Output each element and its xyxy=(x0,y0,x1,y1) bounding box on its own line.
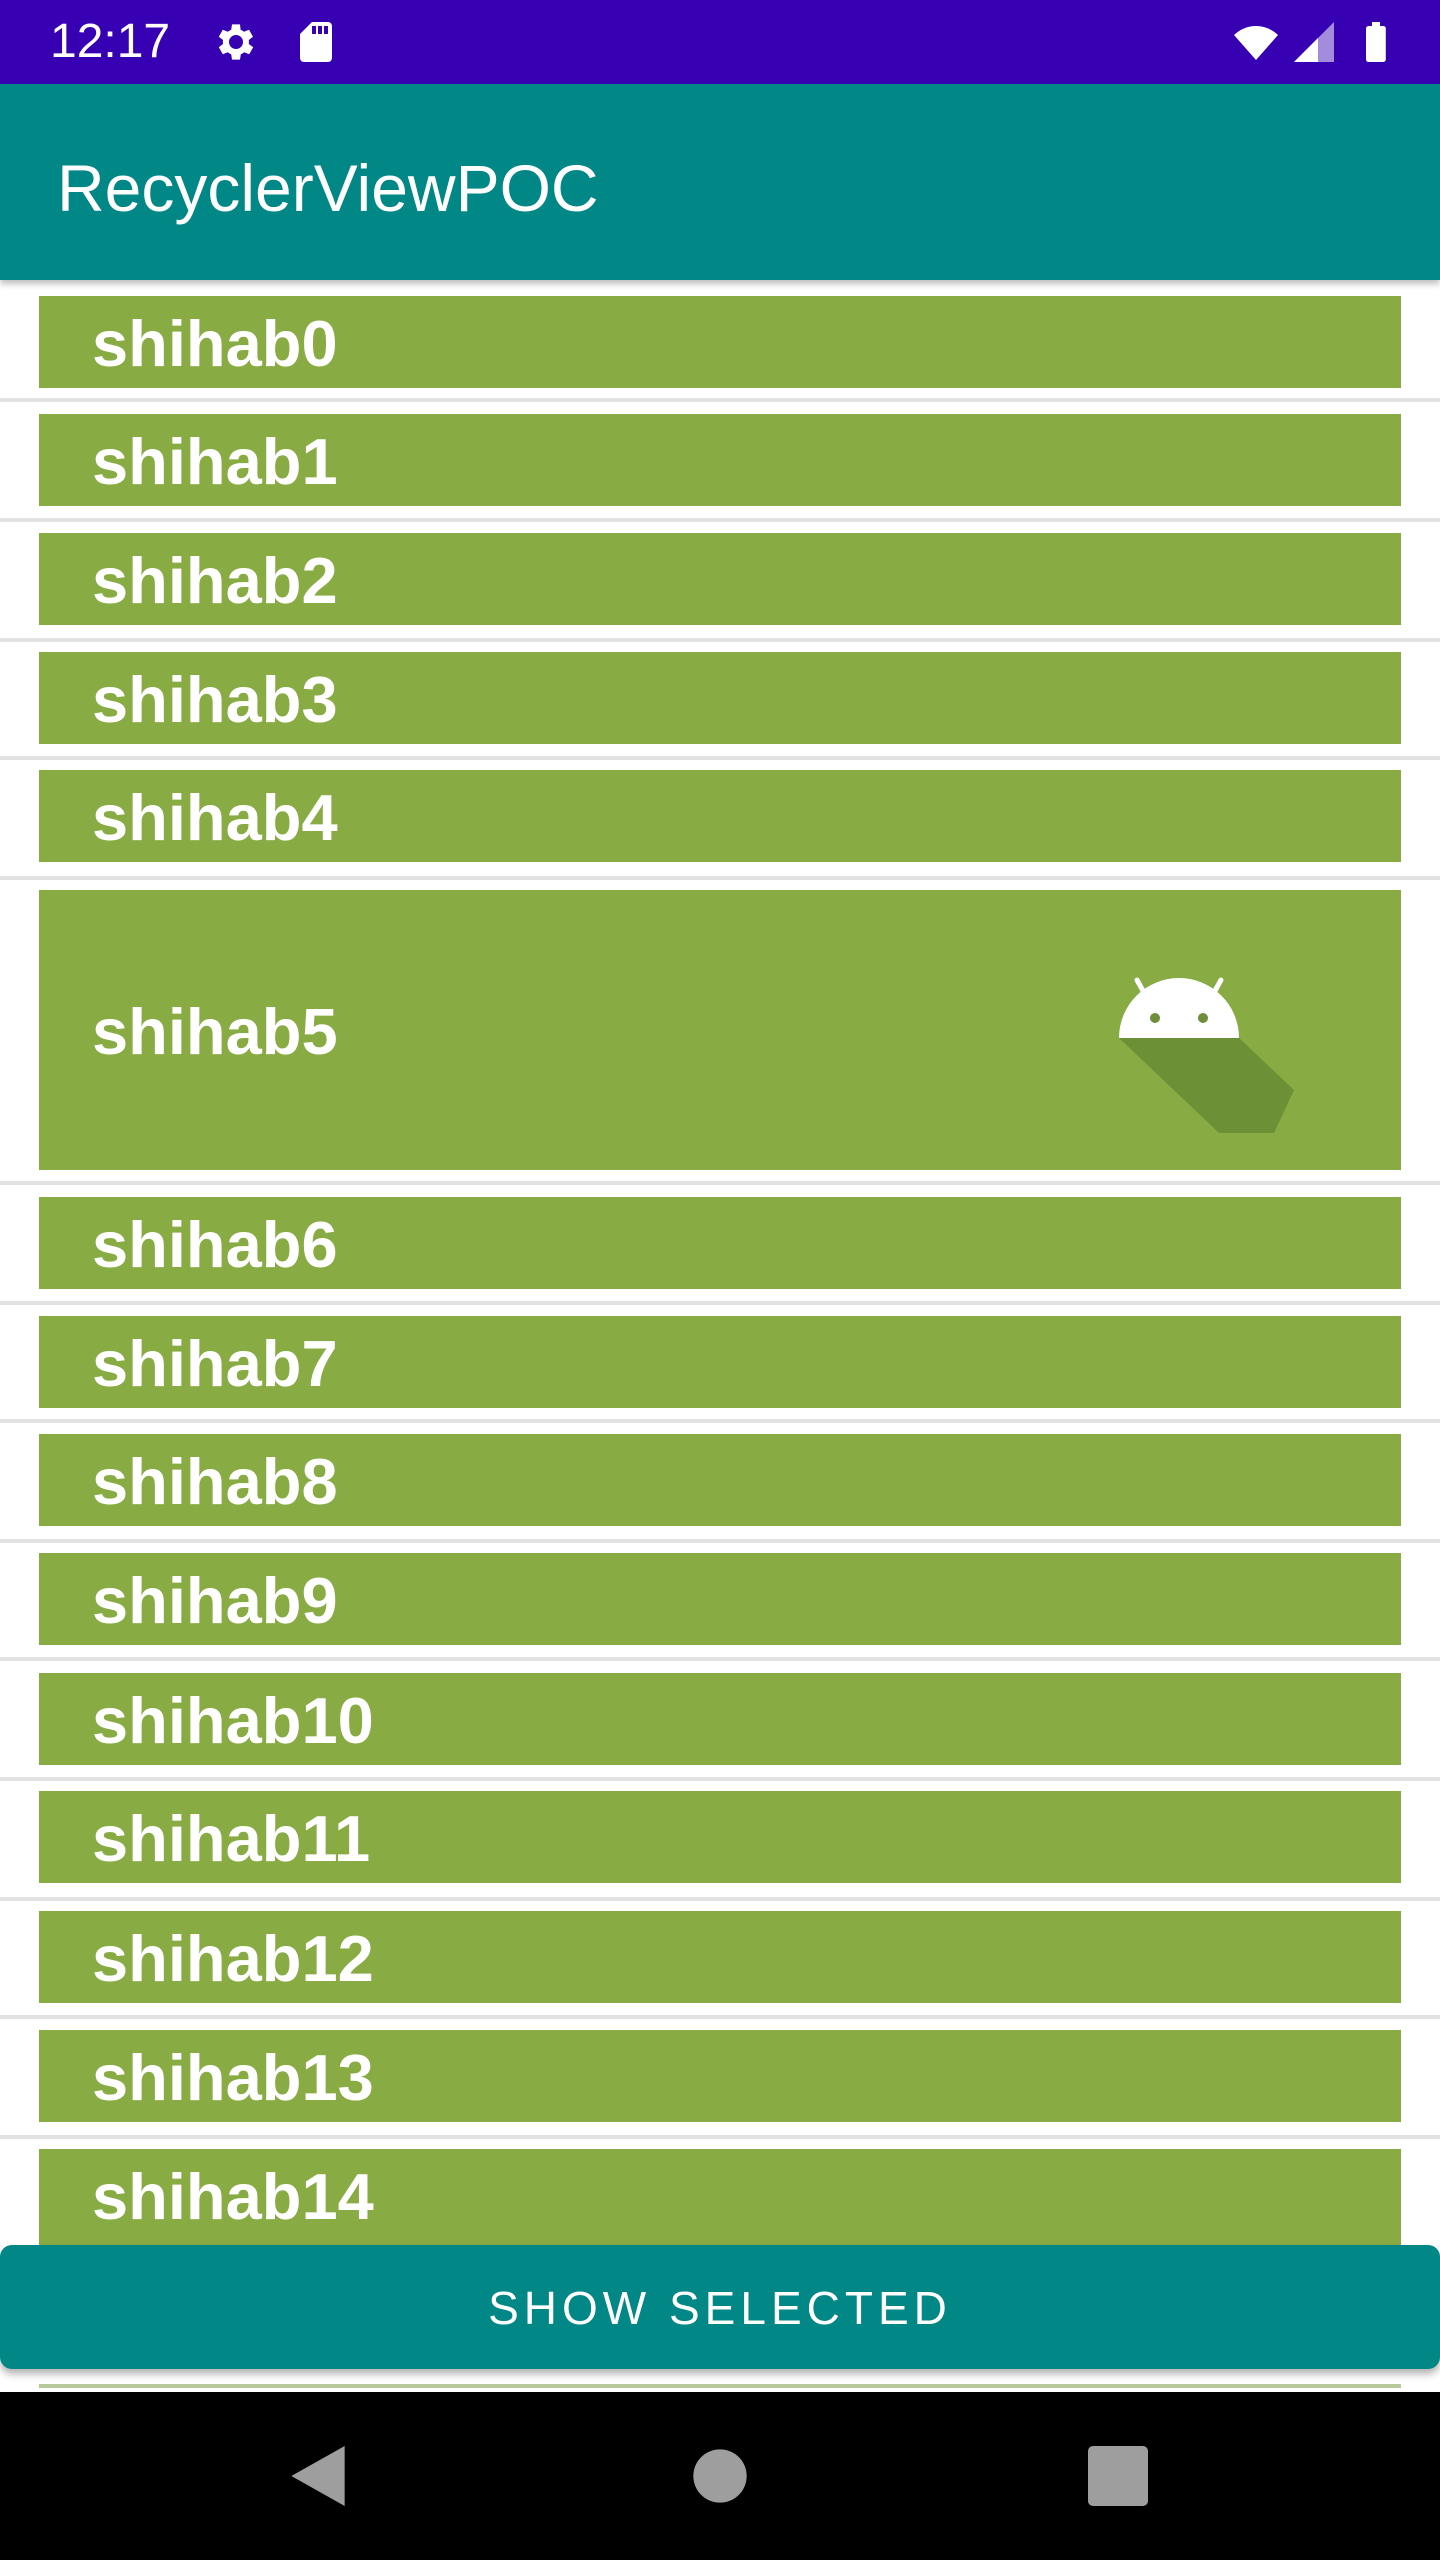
item-label: shihab5 xyxy=(92,995,338,1068)
item-card[interactable]: shihab3 xyxy=(39,652,1401,744)
app-title: RecyclerViewPOC xyxy=(57,151,599,225)
item-card[interactable]: shihab13 xyxy=(39,2030,1401,2122)
item-card[interactable]: shihab8 xyxy=(39,1434,1401,1526)
item-card[interactable]: shihab0 xyxy=(39,296,1401,388)
list-item[interactable]: shihab6 xyxy=(0,1185,1440,1305)
item-label: shihab6 xyxy=(92,1208,338,1281)
gear-icon xyxy=(218,24,254,60)
android-icon xyxy=(1119,977,1294,1133)
list-item[interactable]: shihab8 xyxy=(0,1423,1440,1543)
battery-icon xyxy=(1366,22,1386,62)
list-divider xyxy=(39,2384,1401,2388)
navigation-bar xyxy=(0,2392,1440,2560)
item-label: shihab8 xyxy=(92,1445,338,1518)
back-icon[interactable] xyxy=(278,2436,358,2516)
item-label: shihab12 xyxy=(92,1922,374,1995)
list-item[interactable]: shihab0 xyxy=(0,280,1440,402)
wifi-icon xyxy=(1234,26,1278,60)
item-label: shihab13 xyxy=(92,2041,374,2114)
item-card[interactable]: shihab6 xyxy=(39,1197,1401,1289)
item-label: shihab1 xyxy=(92,425,338,498)
list-item[interactable]: shihab13 xyxy=(0,2019,1440,2139)
list-item[interactable]: shihab4 xyxy=(0,760,1440,880)
item-label: shihab2 xyxy=(92,544,338,617)
status-time: 12:17 xyxy=(50,15,171,68)
item-card[interactable]: shihab9 xyxy=(39,1553,1401,1645)
item-label: shihab0 xyxy=(92,307,338,380)
list-item[interactable]: shihab11 xyxy=(0,1781,1440,1901)
item-label: shihab7 xyxy=(92,1327,338,1400)
list-item[interactable]: shihab10 xyxy=(0,1661,1440,1781)
item-card[interactable]: shihab2 xyxy=(39,533,1401,625)
item-card[interactable]: shihab7 xyxy=(39,1316,1401,1408)
item-label: shihab11 xyxy=(92,1802,371,1875)
status-bar: 12:17 xyxy=(0,0,1440,84)
show-selected-button[interactable]: SHOW SELECTED xyxy=(0,2245,1440,2369)
list-item[interactable]: shihab7 xyxy=(0,1305,1440,1423)
list-item[interactable]: shihab2 xyxy=(0,522,1440,642)
list-item[interactable]: shihab5 xyxy=(0,880,1440,1185)
home-icon[interactable] xyxy=(680,2436,760,2516)
item-card[interactable]: shihab10 xyxy=(39,1673,1401,1765)
list-item[interactable]: shihab9 xyxy=(0,1543,1440,1661)
item-card[interactable]: shihab4 xyxy=(39,770,1401,862)
recents-icon[interactable] xyxy=(1078,2436,1158,2516)
recycler-list[interactable]: shihab0 shihab1 shihab2 shihab3 shihab4 … xyxy=(0,280,1440,2391)
item-card[interactable]: shihab5 xyxy=(39,890,1401,1170)
app-bar: RecyclerViewPOC xyxy=(0,84,1440,280)
sd-card-icon xyxy=(300,22,332,62)
list-item[interactable]: shihab3 xyxy=(0,642,1440,760)
item-label: shihab14 xyxy=(92,2160,374,2233)
item-card[interactable]: shihab12 xyxy=(39,1911,1401,2003)
item-label: shihab3 xyxy=(92,663,338,736)
item-label: shihab9 xyxy=(92,1564,338,1637)
item-card[interactable]: shihab1 xyxy=(39,414,1401,506)
item-label: shihab10 xyxy=(92,1684,374,1757)
list-item[interactable]: shihab1 xyxy=(0,402,1440,522)
list-item[interactable]: shihab12 xyxy=(0,1901,1440,2019)
cell-signal-icon xyxy=(1294,22,1334,62)
item-card[interactable]: shihab11 xyxy=(39,1791,1401,1883)
item-label: shihab4 xyxy=(92,781,338,854)
